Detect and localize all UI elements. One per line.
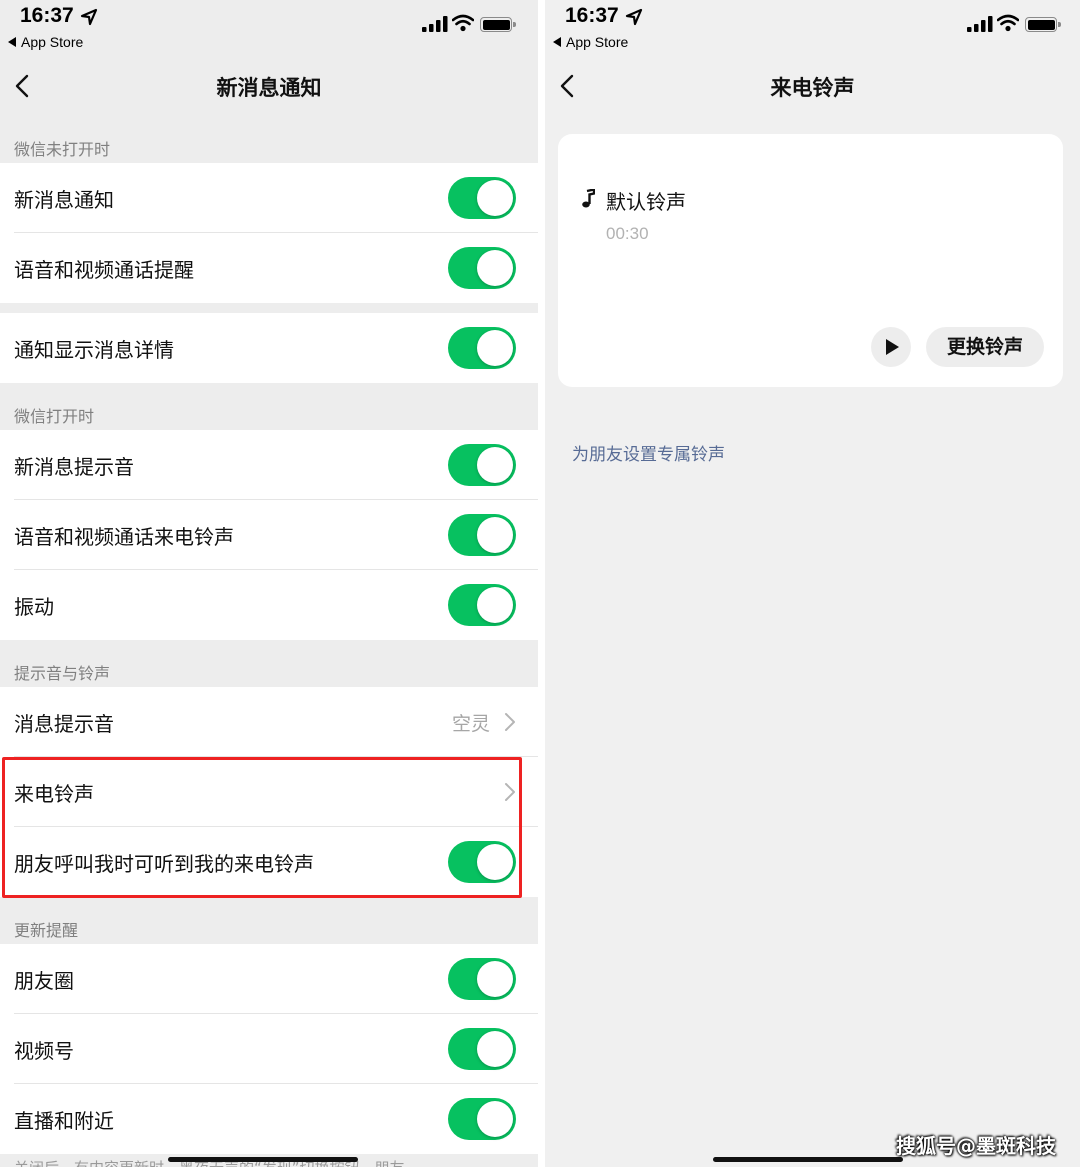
play-button[interactable] — [871, 327, 911, 367]
setting-label: 语音和视频通话提醒 — [14, 258, 194, 282]
back-to-app-link[interactable]: App Store — [8, 34, 83, 50]
setting-label: 语音和视频通话来电铃声 — [14, 525, 234, 549]
ringtone-screen: 16:37 App Store 来电铃声 默认铃声 00:30 更换铃声 为朋友… — [545, 0, 1080, 1167]
setting-label: 朋友呼叫我时可听到我的来电铃声 — [14, 852, 314, 876]
toggle-knob — [477, 250, 513, 286]
location-arrow-icon — [625, 8, 643, 26]
signal-icon — [422, 16, 448, 32]
setting-row-message-tone[interactable]: 消息提示音 空灵 — [0, 687, 538, 757]
home-indicator — [168, 1157, 358, 1162]
toggle-knob — [477, 961, 513, 997]
setting-row-call-ringtone: 语音和视频通话来电铃声 — [0, 500, 538, 570]
settings-group-wechat-closed: 新消息通知 语音和视频通话提醒 — [0, 163, 538, 303]
signal-icon — [967, 16, 993, 32]
ringtone-name: 默认铃声 — [606, 190, 686, 214]
back-triangle-icon — [8, 37, 16, 47]
setting-row-show-details: 通知显示消息详情 — [0, 313, 538, 383]
chevron-right-icon — [505, 783, 515, 801]
toggle-switch[interactable] — [448, 247, 516, 289]
setting-label: 直播和附近 — [14, 1109, 114, 1133]
section-header-wechat-open: 微信打开时 — [14, 407, 95, 426]
page-title: 来电铃声 — [770, 76, 855, 100]
setting-row-vibration: 振动 — [0, 570, 538, 640]
setting-value: 空灵 — [451, 713, 490, 735]
toggle-knob — [477, 330, 513, 366]
setting-row-friends-hear-ringtone: 朋友呼叫我时可听到我的来电铃声 — [0, 827, 538, 897]
toggle-switch[interactable] — [448, 327, 516, 369]
home-indicator — [713, 1157, 903, 1162]
setting-row-moments: 朋友圈 — [0, 944, 538, 1014]
back-triangle-icon — [553, 37, 561, 47]
toggle-switch[interactable] — [448, 958, 516, 1000]
toggle-knob — [477, 1031, 513, 1067]
wifi-icon — [997, 14, 1019, 32]
toggle-knob — [477, 1101, 513, 1137]
toggle-knob — [477, 517, 513, 553]
battery-icon — [1025, 17, 1061, 32]
play-icon — [886, 339, 899, 355]
toggle-switch[interactable] — [448, 1028, 516, 1070]
setting-label: 新消息通知 — [14, 188, 114, 212]
toggle-switch[interactable] — [448, 444, 516, 486]
toggle-switch[interactable] — [448, 1098, 516, 1140]
set-friend-ringtone-link[interactable]: 为朋友设置专属铃声 — [572, 440, 725, 465]
setting-label: 来电铃声 — [14, 782, 94, 806]
toggle-knob — [477, 180, 513, 216]
setting-label: 通知显示消息详情 — [14, 338, 174, 362]
toggle-switch[interactable] — [448, 584, 516, 626]
status-time: 16:37 — [565, 4, 619, 27]
status-time: 16:37 — [20, 4, 74, 27]
settings-group-sounds: 消息提示音 空灵 来电铃声 朋友呼叫我时可听到我的来电铃声 — [0, 687, 538, 897]
status-bar: 16:37 App Store — [545, 0, 1080, 58]
back-to-app-link[interactable]: App Store — [553, 34, 628, 50]
section-header-wechat-closed: 微信未打开时 — [14, 140, 111, 159]
toggle-knob — [477, 587, 513, 623]
setting-row-call-reminder: 语音和视频通话提醒 — [0, 233, 538, 303]
watermark-text: 搜狐号@墨斑科技 — [896, 1134, 1056, 1158]
ringtone-duration: 00:30 — [606, 224, 649, 243]
setting-row-message-sound: 新消息提示音 — [0, 430, 538, 500]
setting-label: 朋友圈 — [14, 969, 74, 993]
back-app-label: App Store — [21, 34, 84, 50]
toggle-knob — [477, 844, 513, 880]
section-header-updates: 更新提醒 — [14, 921, 79, 940]
setting-row-live-nearby: 直播和附近 — [0, 1084, 538, 1154]
settings-group-wechat-open: 新消息提示音 语音和视频通话来电铃声 振动 — [0, 430, 538, 640]
settings-group-details: 通知显示消息详情 — [0, 313, 538, 383]
setting-row-channels: 视频号 — [0, 1014, 538, 1084]
music-note-icon — [582, 189, 595, 208]
setting-label: 消息提示音 — [14, 712, 114, 736]
change-ringtone-button[interactable]: 更换铃声 — [926, 327, 1044, 367]
back-app-label: App Store — [566, 34, 629, 50]
section-header-sounds: 提示音与铃声 — [14, 664, 111, 683]
setting-label: 振动 — [14, 595, 54, 619]
location-arrow-icon — [80, 8, 98, 26]
chevron-right-icon — [505, 713, 515, 731]
wifi-icon — [452, 14, 474, 32]
settings-group-updates: 朋友圈 视频号 直播和附近 — [0, 944, 538, 1154]
page-title: 新消息通知 — [216, 76, 322, 100]
nav-bar: 来电铃声 — [545, 58, 1080, 114]
ringtone-card: 默认铃声 00:30 更换铃声 — [558, 134, 1063, 387]
status-bar: 16:37 App Store — [0, 0, 538, 58]
toggle-switch[interactable] — [448, 177, 516, 219]
toggle-switch[interactable] — [448, 514, 516, 556]
toggle-knob — [477, 447, 513, 483]
notification-settings-screen: 16:37 App Store 新消息通知 微信未打开时 新消息通知 语音和视频… — [0, 0, 538, 1167]
battery-icon — [480, 17, 516, 32]
nav-bar: 新消息通知 — [0, 58, 538, 114]
setting-row-incoming-ringtone[interactable]: 来电铃声 — [0, 757, 538, 827]
setting-row-new-message-notify: 新消息通知 — [0, 163, 538, 233]
setting-label: 新消息提示音 — [14, 455, 134, 479]
setting-label: 视频号 — [14, 1039, 74, 1063]
toggle-switch[interactable] — [448, 841, 516, 883]
